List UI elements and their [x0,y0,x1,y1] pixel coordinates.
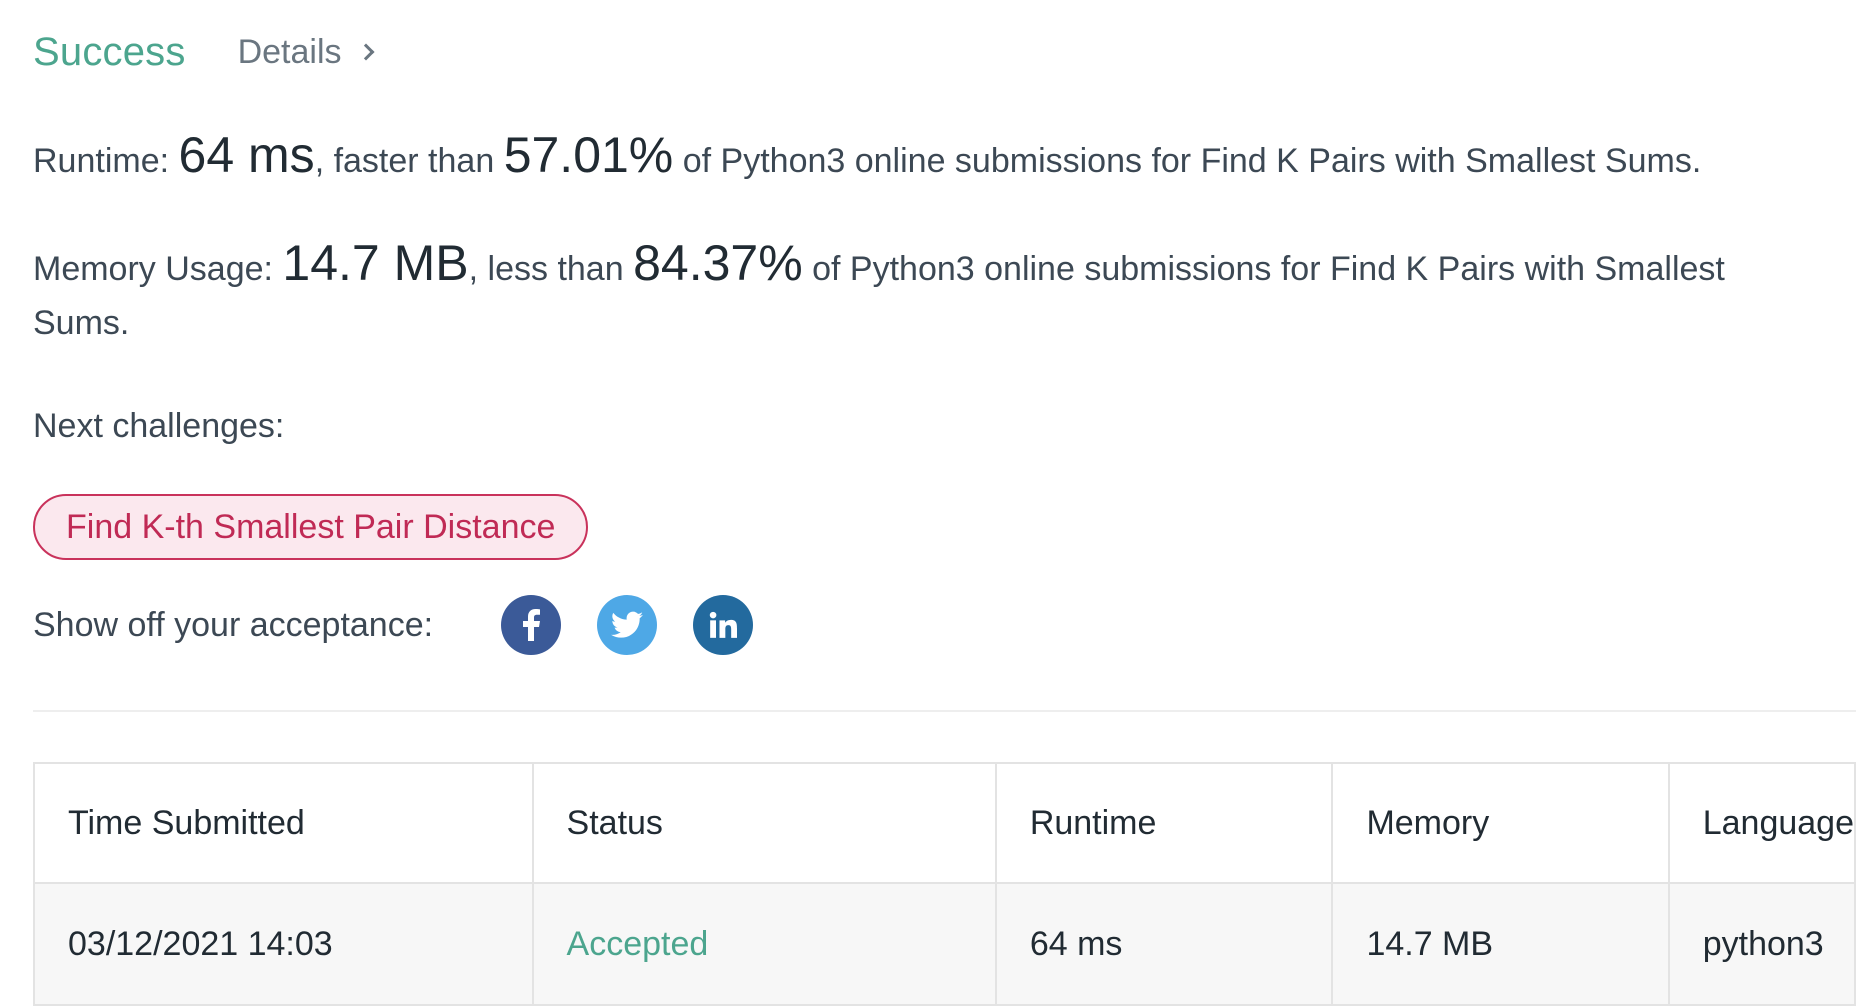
runtime-label: Runtime: [33,142,170,180]
column-header: Runtime [994,762,1334,884]
twitter-icon [611,611,644,638]
runtime-summary: Runtime: 64 ms, faster than 57.01% of Py… [33,128,1856,188]
runtime-cell: 64 ms [994,882,1334,1006]
facebook-share-button[interactable] [501,595,562,655]
memory-cell: 14.7 MB [1331,882,1670,1006]
column-header: Time Submitted [33,762,534,884]
result-header: Success Details [33,22,375,82]
submissions-table: Time Submitted Status Runtime Memory Lan… [33,762,1857,1006]
details-label: Details [237,32,342,71]
runtime-suffix: of Python3 online submissions for Find K… [682,142,1702,180]
chevron-right-icon [357,43,375,61]
memory-comparison: , less than [468,250,624,288]
memory-value: 14.7 MB [282,235,469,291]
column-header: Memory [1331,762,1670,884]
linkedin-share-button[interactable] [693,595,754,655]
time-submitted-cell: 03/12/2021 14:03 [33,882,534,1006]
status-link[interactable]: Accepted [531,882,997,1006]
language-cell: python3 [1667,882,1857,1006]
share-row: Show off your acceptance: [33,594,789,656]
runtime-comparison: , faster than [314,142,495,180]
column-header: Language [1667,762,1857,884]
twitter-share-button[interactable] [597,595,658,655]
column-header: Status [531,762,997,884]
status-title: Success [33,29,186,74]
memory-label: Memory Usage: [33,250,273,288]
section-divider [33,710,1856,712]
share-label: Show off your acceptance: [33,605,434,644]
runtime-percent: 57.01% [503,127,674,183]
linkedin-icon [709,611,738,638]
details-link[interactable]: Details [237,32,375,72]
next-challenges-label: Next challenges: [33,407,285,445]
runtime-value: 64 ms [178,127,315,183]
facebook-icon [523,609,541,641]
next-challenge-button[interactable]: Find K-th Smallest Pair Distance [33,494,589,560]
memory-percent: 84.37% [633,235,803,291]
table-row: 03/12/2021 14:03 Accepted 64 ms 14.7 MB … [33,882,1857,1006]
table-header-row: Time Submitted Status Runtime Memory Lan… [33,762,1857,884]
memory-summary: Memory Usage: 14.7 MB, less than 84.37% … [33,236,1823,350]
